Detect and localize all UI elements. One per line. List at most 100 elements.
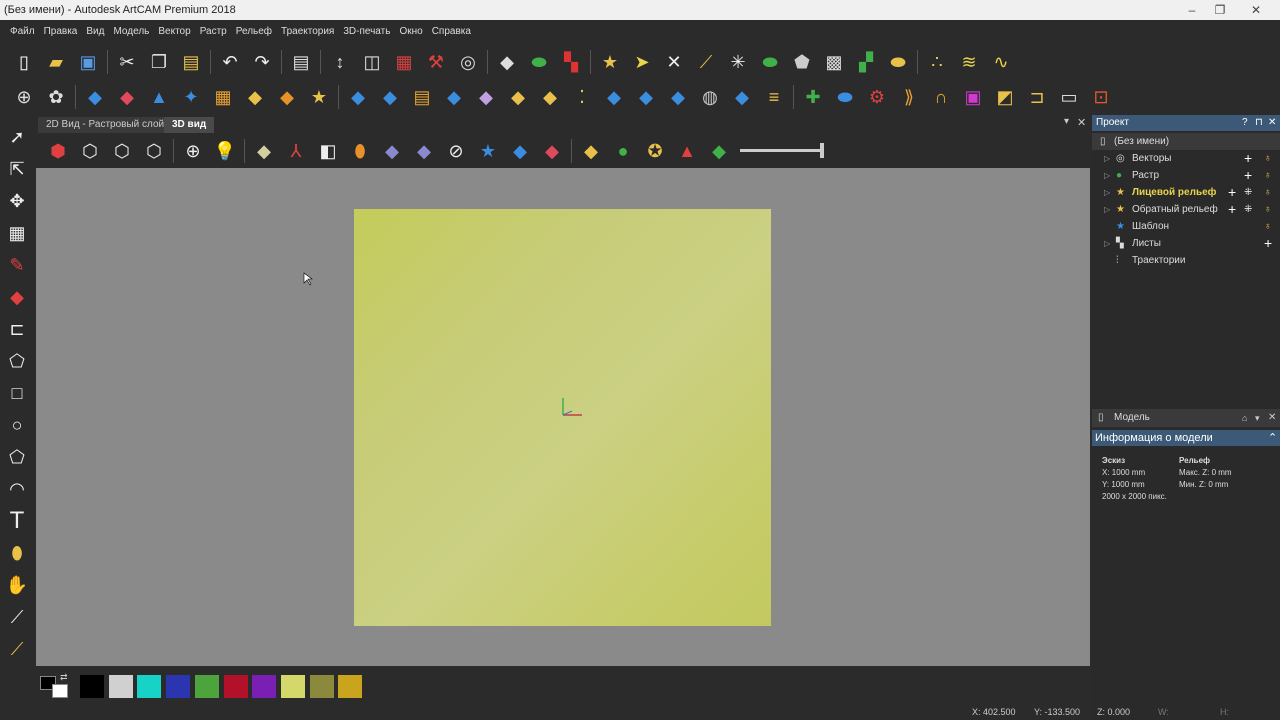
tree-item-template[interactable]: ★ Шаблон ♁: [1092, 218, 1280, 235]
color-shapes-icon[interactable]: ●: [610, 138, 636, 164]
model-size-icon[interactable]: ↕: [327, 49, 353, 75]
add-icon[interactable]: +: [1244, 150, 1252, 167]
maze-icon[interactable]: ▩: [821, 49, 847, 75]
tree-item-front-relief[interactable]: ▷ ★ Лицевой рельеф + ⁜ ♁: [1092, 184, 1280, 201]
iso-view-icon[interactable]: ⬢: [45, 138, 71, 164]
zoom-view-icon[interactable]: ⊕: [180, 138, 206, 164]
sculpt-icon[interactable]: ⟋: [4, 604, 30, 630]
bulb-icon[interactable]: ♁: [1264, 201, 1272, 218]
color-swatch[interactable]: [252, 675, 277, 698]
raise-icon[interactable]: ◆: [441, 84, 467, 110]
select-arrow-icon[interactable]: ➚: [4, 124, 30, 150]
relief-blob-icon[interactable]: ⬬: [757, 49, 783, 75]
select-box-icon[interactable]: ▣: [960, 84, 986, 110]
grid-add-icon[interactable]: ⁜: [1244, 184, 1252, 201]
undo-icon[interactable]: ↶: [217, 49, 243, 75]
color-swatch[interactable]: [309, 675, 334, 698]
sweep-icon[interactable]: ⟫: [896, 84, 922, 110]
add-relief-icon[interactable]: ✚: [800, 84, 826, 110]
color-split-icon[interactable]: ▚: [558, 49, 584, 75]
menu-relief[interactable]: Рельеф: [236, 22, 272, 42]
eraser-tool-icon[interactable]: ◆: [4, 284, 30, 310]
help-icon[interactable]: ?: [1242, 115, 1248, 131]
bubbles-icon[interactable]: ◆: [274, 84, 300, 110]
tree-root[interactable]: ▯ (Без имени): [1092, 133, 1280, 150]
chain-icon[interactable]: ≋: [956, 49, 982, 75]
relief-red-icon[interactable]: ◆: [539, 138, 565, 164]
tree-item-toolpaths[interactable]: ⫶ Траектории: [1092, 252, 1280, 269]
weave-icon[interactable]: ⬬: [885, 49, 911, 75]
color-swatch[interactable]: [108, 675, 133, 698]
menu-edit[interactable]: Правка: [44, 22, 78, 42]
star-shape-icon[interactable]: ★: [475, 138, 501, 164]
close-panel-icon[interactable]: ✕: [1268, 115, 1276, 131]
model-info-header[interactable]: Информация о модели ⌃: [1092, 430, 1280, 446]
menu-file[interactable]: Файл: [10, 22, 35, 42]
material-icon[interactable]: ◆: [706, 138, 732, 164]
circle-icon[interactable]: ○: [4, 412, 30, 438]
bulb-icon[interactable]: ♁: [1264, 184, 1272, 201]
expand-icon[interactable]: ▷: [1104, 150, 1110, 167]
menu-model[interactable]: Модель: [113, 22, 149, 42]
collapse-icon[interactable]: ▾: [1255, 409, 1260, 427]
home-icon[interactable]: ⌂: [1242, 409, 1247, 427]
puzzle-icon[interactable]: ▞: [853, 49, 879, 75]
slice-icon[interactable]: ◆: [601, 84, 627, 110]
cut-icon[interactable]: ✂: [114, 49, 140, 75]
relief-green-icon[interactable]: ⬬: [526, 49, 552, 75]
tab-3d-view[interactable]: 3D вид: [164, 117, 215, 133]
extrude-icon[interactable]: ▲: [146, 84, 172, 110]
expand-icon[interactable]: ▷: [1104, 184, 1110, 201]
menu-window[interactable]: Окно: [399, 22, 422, 42]
star-folder-icon[interactable]: ★: [597, 49, 623, 75]
rotate-view-icon[interactable]: ✿: [43, 84, 69, 110]
document-icon[interactable]: ▤: [288, 49, 314, 75]
tree-item-raster[interactable]: ▷ ● Растр + ♁: [1092, 167, 1280, 184]
node-select-icon[interactable]: ⇱: [4, 156, 30, 182]
toolpath-sim-icon[interactable]: ◆: [411, 138, 437, 164]
shape-circle-icon[interactable]: ◩: [992, 84, 1018, 110]
background-color[interactable]: [52, 684, 68, 698]
search-star-icon[interactable]: ✪: [642, 138, 668, 164]
mirror-icon[interactable]: ◫: [359, 49, 385, 75]
drop-icon[interactable]: ⬮: [4, 540, 30, 566]
add-icon[interactable]: +: [1228, 184, 1236, 201]
new-file-icon[interactable]: ▯: [11, 49, 37, 75]
eraser-icon[interactable]: ◆: [114, 84, 140, 110]
measure-icon[interactable]: ⊘: [443, 138, 469, 164]
color-swatch[interactable]: [223, 675, 248, 698]
zoom-slider-handle[interactable]: [820, 143, 824, 158]
arc-icon[interactable]: ◠: [4, 476, 30, 502]
block-icon[interactable]: ◆: [379, 138, 405, 164]
rounded-rect-icon[interactable]: ▭: [1056, 84, 1082, 110]
maximize-icon[interactable]: ❐: [1202, 0, 1238, 20]
combine-icon[interactable]: ◆: [345, 84, 371, 110]
polyline-tool-icon[interactable]: ⬠: [4, 348, 30, 374]
gear-relief-icon[interactable]: ⚙: [864, 84, 890, 110]
polygon-icon[interactable]: ⬠: [4, 444, 30, 470]
transform-icon[interactable]: ✥: [4, 188, 30, 214]
zoom-slider[interactable]: [740, 149, 822, 152]
texture-icon[interactable]: ⬟: [789, 49, 815, 75]
spin-icon[interactable]: ✦: [178, 84, 204, 110]
text-icon[interactable]: T: [4, 508, 30, 534]
smooth-icon[interactable]: ◆: [473, 84, 499, 110]
menu-raster[interactable]: Растр: [200, 22, 227, 42]
weave-pattern-icon[interactable]: ▦: [210, 84, 236, 110]
side-view-icon[interactable]: ⬡: [141, 138, 167, 164]
cylinder-icon[interactable]: ⬮: [347, 138, 373, 164]
add-icon[interactable]: +: [1228, 201, 1236, 218]
fill-icon[interactable]: ◆: [494, 49, 520, 75]
plane-icon[interactable]: ◆: [251, 138, 277, 164]
bowl-icon[interactable]: ⬬: [832, 84, 858, 110]
resolution-icon[interactable]: ◎: [455, 49, 481, 75]
stack-icon[interactable]: ≡: [761, 84, 787, 110]
wood-icon[interactable]: ▤: [409, 84, 435, 110]
puzzle-piece-icon[interactable]: ◧: [315, 138, 341, 164]
dome-icon[interactable]: ◆: [537, 84, 563, 110]
grid-icon[interactable]: ▦: [4, 220, 30, 246]
tree-item-vectors[interactable]: ▷ ◎ Векторы + ♁: [1092, 150, 1280, 167]
menu-toolpath[interactable]: Траектория: [281, 22, 334, 42]
tree-item-back-relief[interactable]: ▷ ★ Обратный рельеф + ⁜ ♁: [1092, 201, 1280, 218]
add-icon[interactable]: +: [1264, 235, 1272, 252]
